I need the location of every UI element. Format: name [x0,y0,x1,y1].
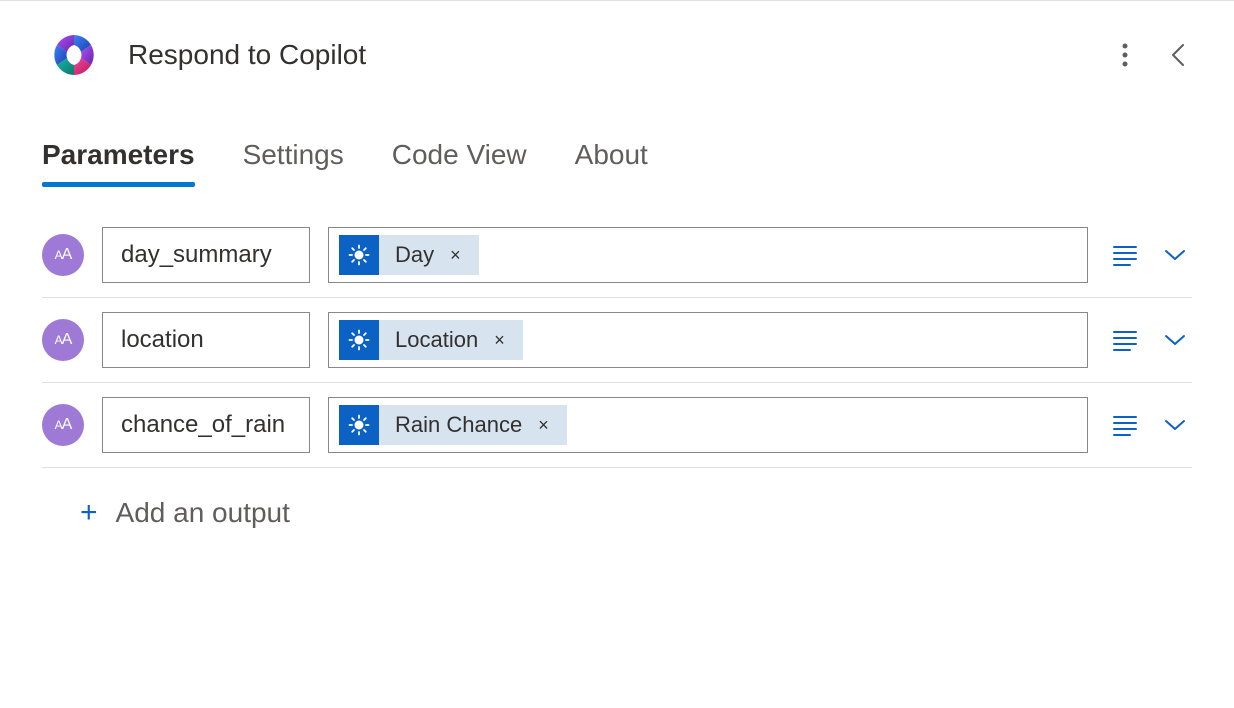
header-actions [1116,36,1192,74]
more-vertical-icon [1122,43,1128,67]
chevron-down-icon [1164,334,1186,346]
more-options-button[interactable] [1116,37,1134,73]
dynamic-content-token[interactable]: Location × [339,320,523,360]
tab-settings[interactable]: Settings [243,139,344,187]
parameter-name-input[interactable]: day_summary [102,227,310,283]
dynamic-content-token[interactable]: Rain Chance × [339,405,567,445]
tab-list: Parameters Settings Code View About [0,101,1234,187]
chevron-down-icon [1164,249,1186,261]
chevron-down-icon [1164,419,1186,431]
tab-about[interactable]: About [575,139,648,187]
weather-connector-icon [339,235,379,275]
token-label: Location [391,327,478,353]
parameter-name-text: location [121,326,204,354]
copilot-logo-icon [48,29,100,81]
add-output-button[interactable]: + Add an output [0,468,1234,530]
text-type-badge: AA [42,404,84,446]
parameter-value-input[interactable]: Day × [328,227,1088,283]
text-type-icon: AA [55,246,72,264]
row-menu-button[interactable] [1106,238,1144,272]
parameter-row: AA chance_of_rain [42,383,1192,468]
tab-code-view[interactable]: Code View [392,139,527,187]
row-menu-button[interactable] [1106,323,1144,357]
row-actions [1106,408,1192,442]
tab-parameters[interactable]: Parameters [42,139,195,187]
row-menu-button[interactable] [1106,408,1144,442]
weather-connector-icon [339,405,379,445]
text-type-icon: AA [55,331,72,349]
parameter-name-input[interactable]: location [102,312,310,368]
action-panel: Respond to Copilot Parameters Settings C… [0,0,1234,530]
parameter-name-input[interactable]: chance_of_rain [102,397,310,453]
token-remove-button[interactable]: × [446,245,465,266]
token-remove-button[interactable]: × [534,415,553,436]
row-expand-button[interactable] [1158,243,1192,267]
menu-lines-icon [1112,329,1138,351]
text-type-badge: AA [42,234,84,276]
parameter-value-input[interactable]: Location × [328,312,1088,368]
plus-icon: + [80,496,98,530]
token-label: Day [391,242,434,268]
parameter-value-input[interactable]: Rain Chance × [328,397,1088,453]
text-type-badge: AA [42,319,84,361]
menu-lines-icon [1112,414,1138,436]
row-actions [1106,323,1192,357]
parameter-name-text: chance_of_rain [121,411,285,439]
add-output-label: Add an output [116,497,290,529]
menu-lines-icon [1112,244,1138,266]
token-remove-button[interactable]: × [490,330,509,351]
panel-header: Respond to Copilot [0,1,1234,101]
panel-title: Respond to Copilot [128,39,1116,71]
weather-connector-icon [339,320,379,360]
parameter-row: AA location [42,298,1192,383]
dynamic-content-token[interactable]: Day × [339,235,479,275]
parameter-name-text: day_summary [121,241,272,269]
token-label: Rain Chance [391,412,522,438]
row-expand-button[interactable] [1158,328,1192,352]
text-type-icon: AA [55,416,72,434]
row-expand-button[interactable] [1158,413,1192,437]
parameters-list: AA day_summary [0,187,1234,468]
parameter-row: AA day_summary [42,227,1192,298]
row-actions [1106,238,1192,272]
collapse-button[interactable] [1164,36,1192,74]
chevron-left-icon [1170,42,1186,68]
